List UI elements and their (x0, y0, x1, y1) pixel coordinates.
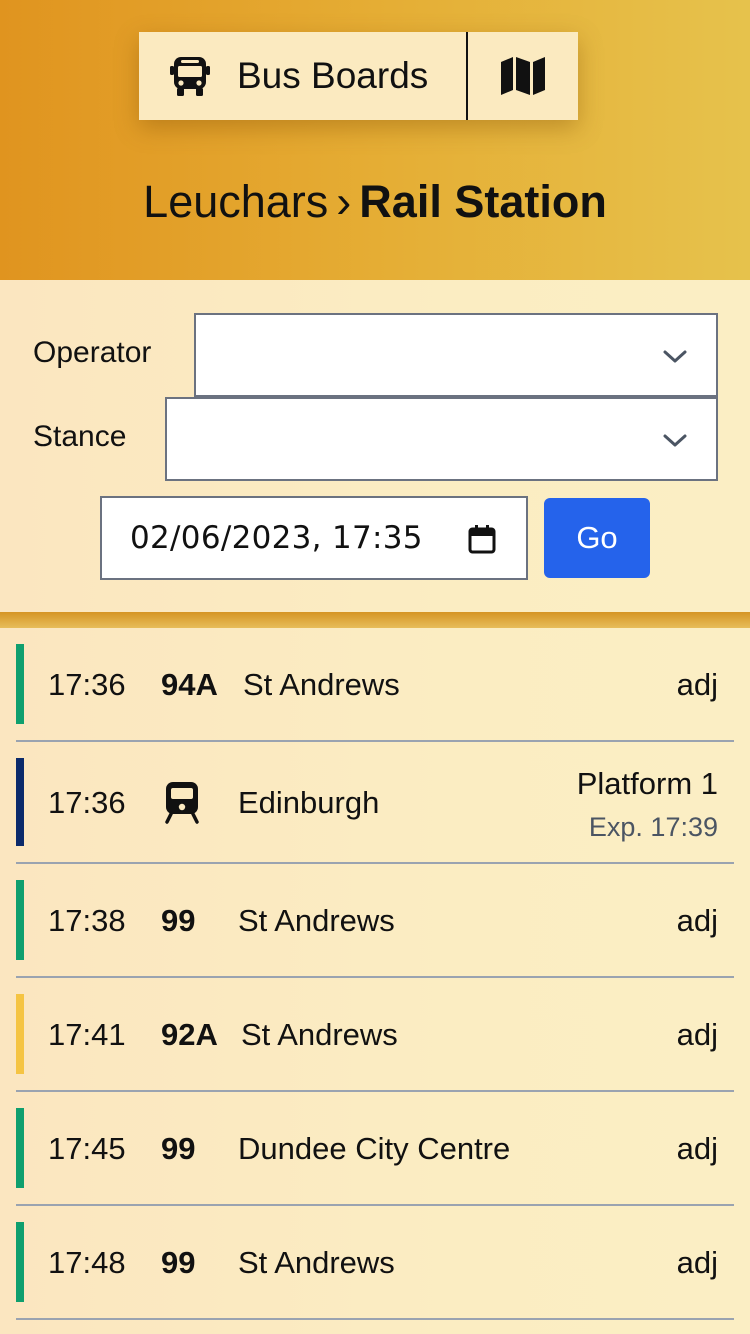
chevron-down-icon (663, 350, 687, 363)
departure-status: adj (676, 1245, 718, 1280)
calendar-icon[interactable] (468, 524, 496, 554)
route-color-bar (16, 994, 24, 1074)
datetime-value: 02/06/2023, 17:35 (130, 520, 423, 556)
page-title: Leuchars › Rail Station (0, 174, 750, 230)
destination: Dundee City Centre (238, 1131, 511, 1166)
departure-row[interactable]: 17:36 94A St Andrews adj (16, 628, 734, 742)
stop-name: Rail Station (359, 176, 607, 227)
train-icon (165, 782, 199, 824)
departure-platform: Platform 1 (576, 766, 718, 801)
filter-form: Operator Stance 02/06/2023, 17:35 Go (0, 280, 750, 612)
service-number: 92A (161, 1017, 218, 1052)
departure-row[interactable]: 17:41 92A St Andrews adj (16, 978, 734, 1092)
map-icon (501, 57, 545, 95)
home-link[interactable]: Bus Boards (139, 32, 468, 120)
departure-status: adj (676, 1131, 718, 1166)
departure-time: 17:36 (48, 667, 126, 702)
departure-time: 17:36 (48, 785, 126, 820)
header: Bus Boards Leuchars › Rail Station (0, 0, 750, 280)
destination: St Andrews (241, 1017, 398, 1052)
service-number: 99 (161, 903, 196, 938)
departure-status: adj (676, 903, 718, 938)
operator-label: Operator (33, 336, 152, 369)
departure-row[interactable]: 17:48 99 St Andrews adj (16, 1206, 734, 1320)
operator-select[interactable] (194, 313, 718, 397)
departure-time: 17:45 (48, 1131, 126, 1166)
departure-time: 17:41 (48, 1017, 126, 1052)
departure-time: 17:38 (48, 903, 126, 938)
top-nav: Bus Boards (139, 32, 578, 120)
departure-time: 17:48 (48, 1245, 126, 1280)
destination: St Andrews (243, 667, 400, 702)
route-color-bar (16, 880, 24, 960)
route-color-bar (16, 1222, 24, 1302)
service-number: 99 (161, 1131, 196, 1166)
service-number: 94A (161, 667, 218, 702)
route-color-bar (16, 644, 24, 724)
stance-select[interactable] (165, 397, 718, 481)
breadcrumb-separator: › (336, 176, 352, 227)
destination: Edinburgh (238, 785, 380, 820)
go-button[interactable]: Go (544, 498, 650, 578)
departure-row[interactable]: 17:38 99 St Andrews adj (16, 864, 734, 978)
section-divider (0, 612, 750, 628)
chevron-down-icon (663, 434, 687, 447)
route-color-bar (16, 758, 24, 846)
brand-label: Bus Boards (237, 55, 429, 96)
datetime-input[interactable]: 02/06/2023, 17:35 (100, 496, 528, 580)
expected-time: Exp. 17:39 (588, 812, 718, 842)
destination: St Andrews (238, 903, 395, 938)
stance-label: Stance (33, 420, 127, 453)
bus-icon (170, 57, 210, 96)
departure-row[interactable]: 17:45 99 Dundee City Centre adj (16, 1092, 734, 1206)
route-color-bar (16, 1108, 24, 1188)
departure-status: adj (676, 667, 718, 702)
departure-row[interactable]: 17:36 Edinburgh Platform 1 Exp. 17:39 (16, 742, 734, 864)
map-button[interactable] (468, 32, 578, 120)
service-number: 99 (161, 1245, 196, 1280)
departure-status: adj (676, 1017, 718, 1052)
locality-name: Leuchars (143, 176, 329, 227)
destination: St Andrews (238, 1245, 395, 1280)
